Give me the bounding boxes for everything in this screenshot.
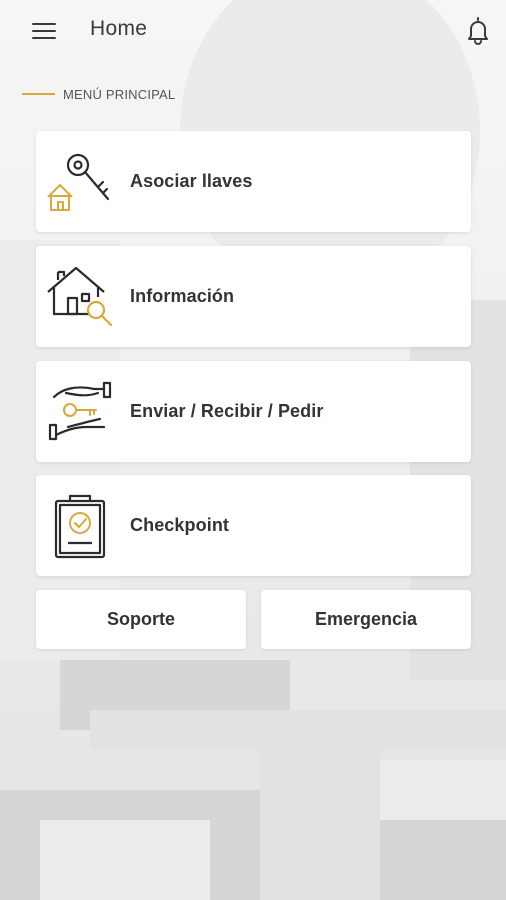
- notification-bell-icon[interactable]: [462, 14, 494, 46]
- menu-card-enviar-recibir-pedir[interactable]: Enviar / Recibir / Pedir: [36, 361, 471, 462]
- menu-card-label: Enviar / Recibir / Pedir: [130, 401, 324, 421]
- menu-card-label: Información: [130, 286, 235, 306]
- house-search-icon: [46, 264, 116, 330]
- hamburger-menu-icon[interactable]: [30, 20, 58, 42]
- emergency-button[interactable]: Emergencia: [261, 590, 471, 649]
- menu-card-checkpoint[interactable]: Checkpoint: [36, 475, 471, 576]
- section-header: MENÚ PRINCIPAL: [22, 84, 175, 104]
- house-key-icon: [46, 149, 116, 215]
- hand-key-exchange-icon: [46, 379, 116, 445]
- menu-card-label: Checkpoint: [130, 515, 230, 535]
- page-title: Home: [90, 17, 148, 40]
- app-bar: Home: [0, 0, 506, 62]
- section-accent-line: [22, 93, 55, 95]
- clipboard-check-icon: [46, 493, 116, 559]
- menu-card-informacion[interactable]: Información: [36, 246, 471, 347]
- menu-card-label: Asociar llaves: [130, 171, 253, 191]
- section-title: MENÚ PRINCIPAL: [63, 86, 176, 102]
- menu-card-asociar-llaves[interactable]: Asociar llaves: [36, 131, 471, 232]
- support-button[interactable]: Soporte: [36, 590, 246, 649]
